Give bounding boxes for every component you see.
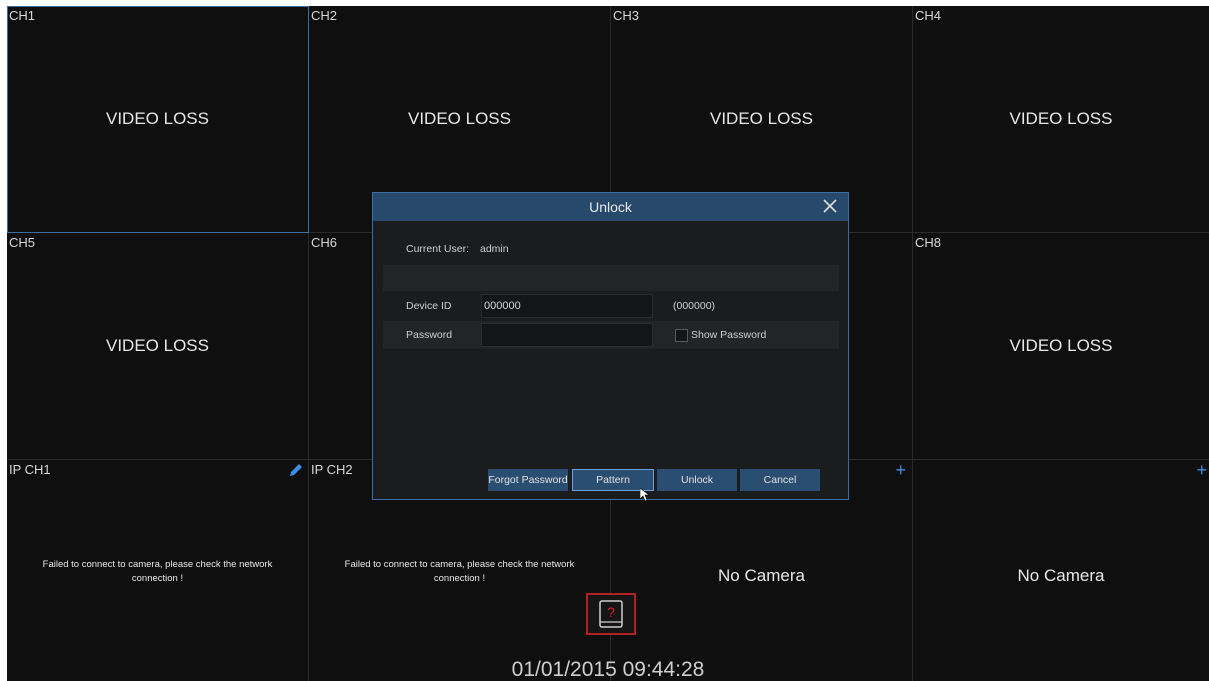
video-loss-text: VIDEO LOSS	[710, 109, 813, 128]
show-password-checkbox[interactable]	[675, 329, 688, 342]
channel-label: IP CH2	[311, 462, 353, 477]
plus-add-icon[interactable]: +	[1196, 461, 1207, 479]
plus-add-icon[interactable]: +	[895, 461, 906, 479]
current-user-label: Current User:	[406, 243, 470, 255]
video-loss-text: VIDEO LOSS	[106, 336, 209, 355]
hdd-error-icon[interactable]: ?	[586, 593, 636, 635]
dialog-header: Unlock	[373, 193, 848, 221]
video-loss-text: VIDEO LOSS	[106, 109, 209, 128]
unlock-button[interactable]: Unlock	[657, 469, 737, 491]
device-id-field[interactable]: 000000	[481, 294, 653, 318]
separator-band	[383, 265, 839, 291]
channel-cell-ch4[interactable]: CH4 VIDEO LOSS	[913, 6, 1209, 233]
current-user-value: admin	[480, 243, 509, 255]
close-x-icon[interactable]	[822, 195, 838, 218]
channel-label: CH3	[613, 8, 640, 23]
connection-error-text: Failed to connect to camera, please chec…	[42, 559, 273, 584]
hdd-glyph: ?	[607, 604, 615, 620]
no-camera-text: No Camera	[1017, 566, 1105, 585]
channel-label: CH1	[9, 8, 36, 23]
channel-label: CH2	[311, 8, 338, 23]
channel-label: CH4	[915, 8, 942, 23]
password-field[interactable]	[481, 323, 653, 347]
channel-label: IP CH1	[9, 462, 51, 477]
show-password-label: Show Password	[691, 329, 767, 341]
video-grid-screen: CH1 VIDEO LOSS CH2 VIDEO LOSS CH3 VIDEO …	[7, 6, 1209, 681]
video-loss-text: VIDEO LOSS	[408, 109, 511, 128]
forgot-password-button[interactable]: Forgot Password	[488, 469, 568, 491]
channel-label: CH6	[311, 235, 338, 250]
device-id-hint: (000000)	[673, 300, 716, 312]
channel-label: CH8	[915, 235, 942, 250]
password-label: Password	[406, 329, 453, 341]
channel-cell-ipch4[interactable]: + No Camera	[913, 460, 1209, 681]
video-loss-text: VIDEO LOSS	[1009, 336, 1113, 355]
channel-cell-ch1[interactable]: CH1 VIDEO LOSS	[7, 6, 309, 233]
connection-error-text: Failed to connect to camera, please chec…	[344, 559, 575, 584]
channel-cell-ch5[interactable]: CH5 VIDEO LOSS	[7, 233, 309, 460]
channel-cell-ch8[interactable]: CH8 VIDEO LOSS	[913, 233, 1209, 460]
channel-label: CH5	[9, 235, 36, 250]
no-camera-text: No Camera	[718, 566, 805, 585]
timestamp: 01/01/2015 09:44:28	[511, 658, 705, 681]
device-id-label: Device ID	[406, 300, 452, 312]
unlock-dialog: Unlock Current User: admin Device ID 000…	[372, 192, 849, 500]
dialog-title: Unlock	[589, 199, 632, 215]
cancel-button[interactable]: Cancel	[740, 469, 820, 491]
pencil-edit-icon[interactable]	[288, 462, 304, 480]
video-loss-text: VIDEO LOSS	[1009, 109, 1113, 128]
channel-cell-ipch1[interactable]: IP CH1 Failed to connect to camera, plea…	[7, 460, 309, 681]
mouse-cursor-icon	[639, 487, 650, 507]
